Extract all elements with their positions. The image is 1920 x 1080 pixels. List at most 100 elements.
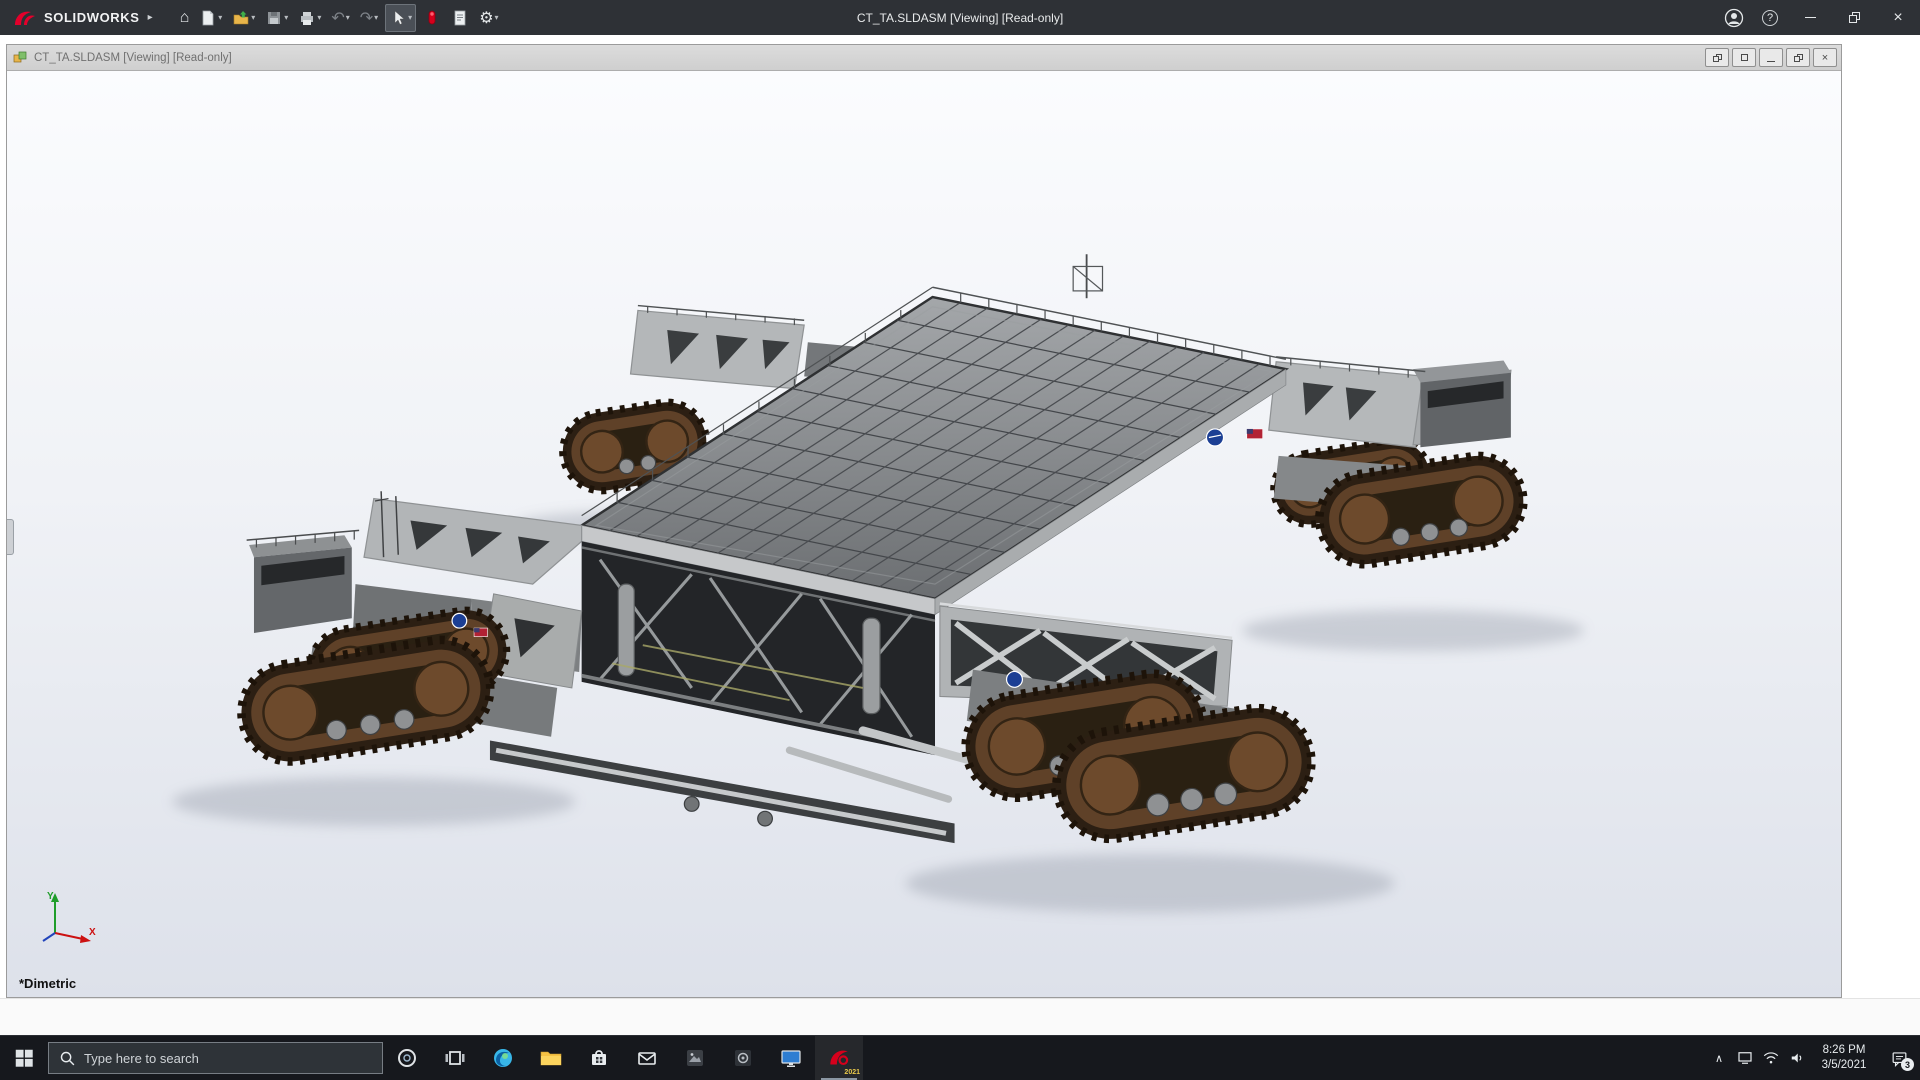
document-window: CT_TA.SLDASM [Viewing] [Read-only] ×	[6, 44, 1842, 998]
new-document-icon	[199, 9, 217, 27]
print-dropdown-arrow-icon: ▾	[317, 13, 321, 22]
account-button[interactable]	[1716, 0, 1752, 35]
save-dropdown-arrow-icon: ▾	[284, 13, 288, 22]
view-orientation-label: *Dimetric	[19, 976, 76, 991]
camera-icon	[731, 1046, 755, 1070]
mail-button[interactable]	[623, 1036, 671, 1080]
tray-expand-button[interactable]: ∧	[1706, 1036, 1732, 1080]
rebuild-icon	[423, 9, 441, 27]
doc-cascade-button[interactable]	[1705, 48, 1729, 67]
undo-button[interactable]: ↶▾	[328, 4, 352, 32]
select-cursor-icon	[389, 9, 407, 27]
solidworks-version-badge: 2021	[844, 1069, 860, 1076]
file-explorer-button[interactable]	[527, 1036, 575, 1080]
camera-button[interactable]	[719, 1036, 767, 1080]
document-title: CT_TA.SLDASM [Viewing] [Read-only]	[34, 52, 232, 64]
redo-dropdown-arrow-icon: ▾	[374, 13, 378, 22]
task-view-button[interactable]	[431, 1036, 479, 1080]
save-icon	[265, 9, 283, 27]
redo-icon: ↷	[360, 8, 373, 28]
rebuild-button[interactable]	[420, 4, 444, 32]
windows-logo-icon	[13, 1047, 35, 1069]
photos-button[interactable]	[671, 1036, 719, 1080]
cortana-icon	[395, 1046, 419, 1070]
solidworks-taskbar-button[interactable]: 2021	[815, 1036, 863, 1080]
open-folder-icon	[232, 9, 250, 27]
action-center-button[interactable]: 3	[1878, 1036, 1920, 1080]
quick-access-toolbar: ⌂ ▾ ▾ ▾	[177, 4, 502, 32]
volume-tray-button[interactable]	[1784, 1036, 1810, 1080]
file-explorer-icon	[539, 1046, 563, 1070]
cortana-button[interactable]	[383, 1036, 431, 1080]
wifi-icon	[1762, 1049, 1780, 1067]
notification-badge: 3	[1901, 1058, 1914, 1071]
file-properties-icon	[451, 9, 469, 27]
taskbar-search[interactable]	[48, 1042, 383, 1074]
open-dropdown-arrow-icon: ▾	[251, 13, 255, 22]
crawler-3d-model	[7, 71, 1841, 997]
new-dropdown-arrow-icon: ▾	[218, 13, 222, 22]
doc-restore-icon	[1794, 54, 1803, 62]
options-button[interactable]: ⚙▾	[476, 4, 501, 32]
panel-splitter-tab[interactable]	[7, 519, 14, 555]
restore-icon	[1849, 12, 1860, 23]
wifi-tray-button[interactable]	[1758, 1036, 1784, 1080]
brand-flyout-arrow-icon: ▸	[148, 12, 153, 23]
graphics-viewport[interactable]: Y X *Dimetric	[7, 71, 1841, 997]
print-button[interactable]: ▾	[295, 4, 324, 32]
display-app-button[interactable]	[767, 1036, 815, 1080]
close-icon: ×	[1893, 10, 1902, 26]
solidworks-menu-button[interactable]: SOLIDWORKS ▸	[0, 8, 163, 28]
speaker-icon	[1788, 1049, 1806, 1067]
restore-button[interactable]	[1832, 0, 1876, 35]
document-titlebar[interactable]: CT_TA.SLDASM [Viewing] [Read-only] ×	[7, 45, 1841, 71]
app-window-title: CT_TA.SLDASM [Viewing] [Read-only]	[857, 11, 1063, 25]
redo-button[interactable]: ↷▾	[357, 4, 381, 32]
undo-icon: ↶	[331, 8, 344, 28]
home-icon: ⌂	[180, 9, 190, 27]
chevron-up-icon: ∧	[1715, 1052, 1723, 1065]
titlebar-controls: ? ×	[1716, 0, 1920, 35]
assembly-document-icon	[13, 50, 28, 65]
help-button[interactable]: ?	[1752, 0, 1788, 35]
start-button[interactable]	[0, 1036, 48, 1080]
axis-x-label: X	[89, 927, 96, 938]
doc-close-button[interactable]: ×	[1813, 48, 1837, 67]
doc-minimize-button[interactable]	[1759, 48, 1783, 67]
network-tray-button[interactable]	[1732, 1036, 1758, 1080]
taskbar-clock[interactable]: 8:26 PM 3/5/2021	[1810, 1043, 1878, 1073]
brand-wordmark: SOLIDWORKS	[44, 10, 140, 25]
save-button[interactable]: ▾	[262, 4, 291, 32]
edge-button[interactable]	[479, 1036, 527, 1080]
doc-minimize-icon	[1767, 61, 1775, 62]
store-button[interactable]	[575, 1036, 623, 1080]
app-titlebar: SOLIDWORKS ▸ ⌂ ▾ ▾	[0, 0, 1920, 35]
axis-y-label: Y	[47, 891, 54, 902]
open-button[interactable]: ▾	[229, 4, 258, 32]
task-view-icon	[443, 1046, 467, 1070]
select-dropdown-arrow-icon: ▾	[408, 13, 412, 22]
windows-taskbar: 2021 ∧	[0, 1035, 1920, 1080]
doc-close-icon: ×	[1822, 52, 1828, 64]
options-dropdown-arrow-icon: ▾	[495, 13, 499, 22]
search-input[interactable]	[84, 1051, 372, 1066]
photos-icon	[683, 1046, 707, 1070]
doc-tile-button[interactable]	[1732, 48, 1756, 67]
undo-dropdown-arrow-icon: ▾	[346, 13, 350, 22]
gear-icon: ⚙	[479, 8, 493, 28]
close-button[interactable]: ×	[1876, 0, 1920, 35]
cascade-icon	[1713, 54, 1722, 62]
document-window-controls: ×	[1705, 48, 1837, 67]
new-document-button[interactable]: ▾	[196, 4, 225, 32]
clock-time: 8:26 PM	[1810, 1043, 1878, 1058]
system-tray: ∧ 8:26 PM	[1706, 1036, 1920, 1080]
file-properties-button[interactable]	[448, 4, 472, 32]
mail-icon	[635, 1046, 659, 1070]
monitor-app-icon	[779, 1046, 803, 1070]
minimize-icon	[1805, 17, 1816, 18]
select-tool-button[interactable]: ▾	[385, 4, 416, 32]
store-icon	[587, 1046, 611, 1070]
doc-restore-button[interactable]	[1786, 48, 1810, 67]
home-button[interactable]: ⌂	[177, 4, 193, 32]
minimize-button[interactable]	[1788, 0, 1832, 35]
